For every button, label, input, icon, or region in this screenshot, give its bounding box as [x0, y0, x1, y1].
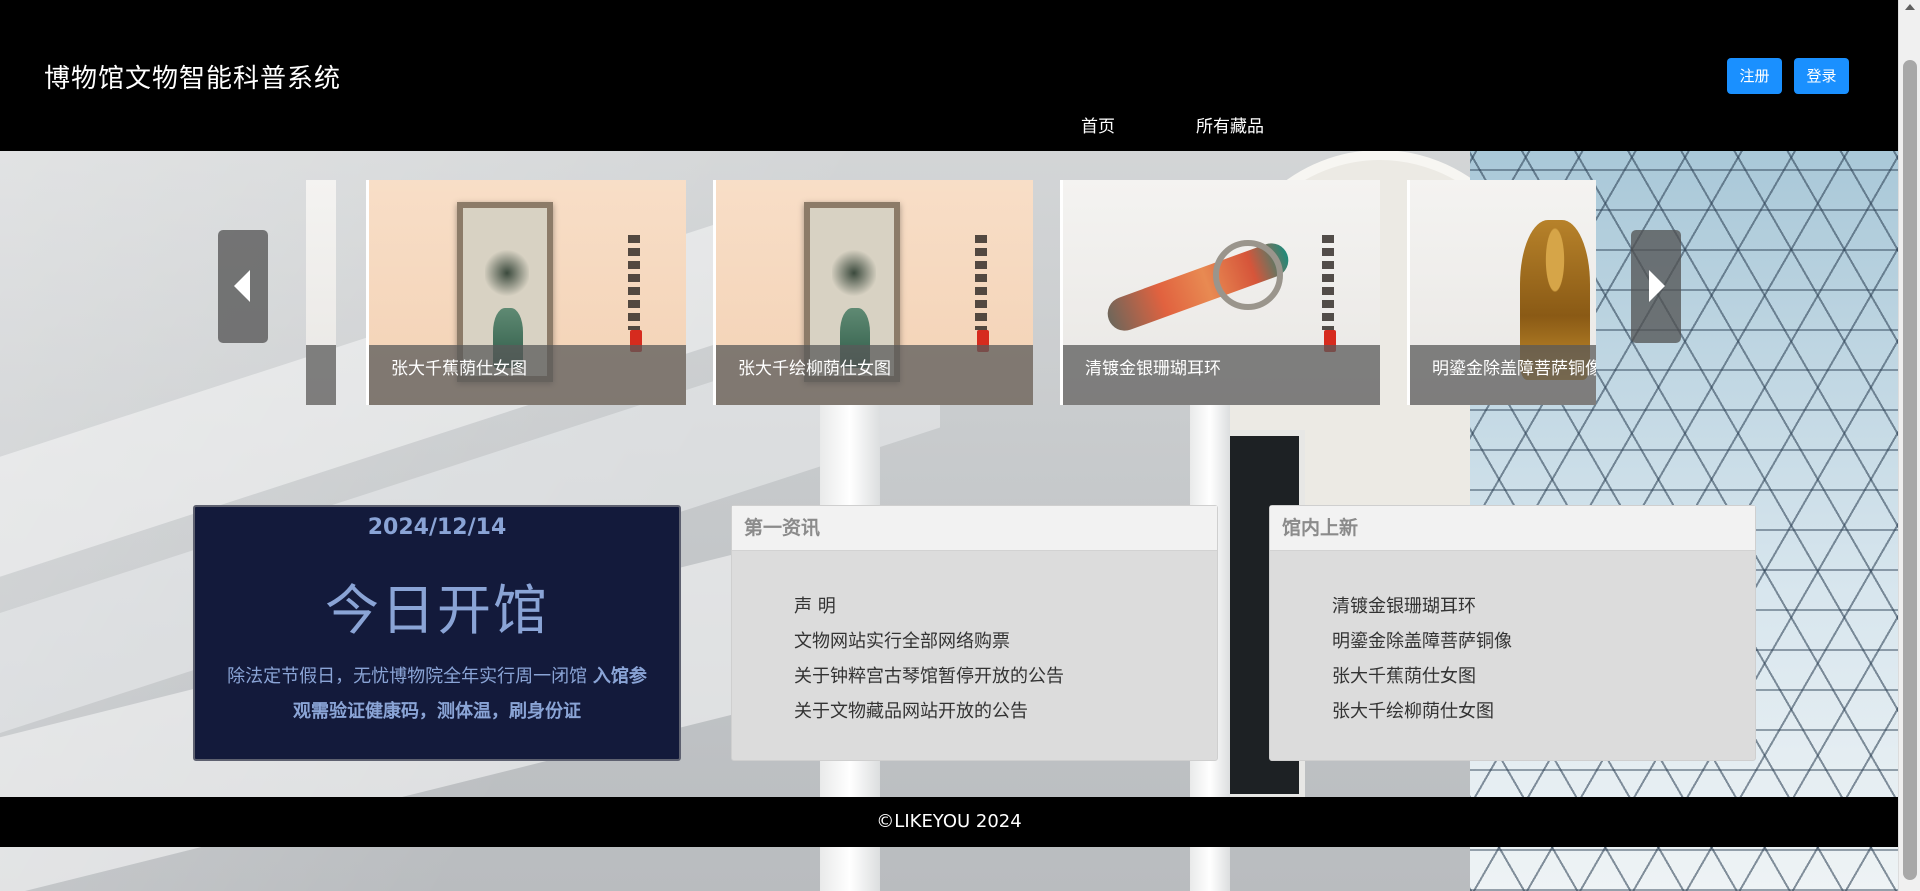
- new-item[interactable]: 清镀金银珊瑚耳环: [1332, 589, 1755, 624]
- new-items-panel: 馆内上新 清镀金银珊瑚耳环 明鎏金除盖障菩萨铜像 张大千蕉荫仕女图 张大千绘柳荫…: [1269, 505, 1756, 761]
- open-status: 今日开馆: [325, 579, 549, 642]
- news-item[interactable]: 关于钟粹宫古琴馆暂停开放的公告: [794, 659, 1217, 694]
- today-open-panel: 2024/12/14 今日开馆 除法定节假日，无忧博物院全年实行周一闭馆 入馆参…: [193, 505, 681, 761]
- login-button[interactable]: 登录: [1794, 58, 1849, 94]
- slide-caption: 明鎏金除盖障菩萨铜像: [1410, 345, 1596, 405]
- carousel-viewport: 张大千蕉荫仕女图 张大千绘柳荫仕女图 清镀金银珊瑚耳环 明鎏金除盖障菩萨铜像: [306, 180, 1596, 405]
- new-item[interactable]: 明鎏金除盖障菩萨铜像: [1332, 624, 1755, 659]
- site-footer: ©LIKEYOU 2024: [0, 797, 1898, 847]
- news-panel: 第一资讯 声 明 文物网站实行全部网络购票 关于钟粹宫古琴馆暂停开放的公告 关于…: [731, 505, 1218, 761]
- carousel-slide[interactable]: 张大千绘柳荫仕女图: [713, 180, 1033, 405]
- collection-carousel: 张大千蕉荫仕女图 张大千绘柳荫仕女图 清镀金银珊瑚耳环 明鎏金除盖障菩萨铜像: [0, 180, 1898, 405]
- scrollbar-thumb[interactable]: [1903, 60, 1917, 880]
- slide-caption: 张大千绘柳荫仕女图: [716, 345, 1033, 405]
- carousel-next-button[interactable]: [1631, 230, 1681, 343]
- news-list: 声 明 文物网站实行全部网络购票 关于钟粹宫古琴馆暂停开放的公告 关于文物藏品网…: [732, 551, 1217, 729]
- chevron-left-icon: [234, 270, 250, 302]
- slide-caption: 清镀金银珊瑚耳环: [1063, 345, 1380, 405]
- carousel-slide[interactable]: 清镀金银珊瑚耳环: [1060, 180, 1380, 405]
- visit-notice: 除法定节假日，无忧博物院全年实行周一闭馆 入馆参观需验证健康码，测体温，刷身份证: [227, 659, 647, 729]
- news-item[interactable]: 声 明: [794, 589, 1217, 624]
- carousel-slide[interactable]: 张大千蕉荫仕女图: [366, 180, 686, 405]
- scroll-up-icon[interactable]: [1905, 4, 1915, 10]
- news-item[interactable]: 文物网站实行全部网络购票: [794, 624, 1217, 659]
- top-header: 博物馆文物智能科普系统 注册 登录 首页 所有藏品: [0, 0, 1898, 151]
- carousel-prev-button[interactable]: [218, 230, 268, 343]
- chevron-right-icon: [1649, 270, 1665, 302]
- carousel-slide-partial[interactable]: [306, 180, 336, 405]
- new-item[interactable]: 张大千蕉荫仕女图: [1332, 659, 1755, 694]
- news-panel-title: 第一资讯: [732, 506, 1217, 551]
- site-title: 博物馆文物智能科普系统: [44, 64, 342, 94]
- slide-caption: 张大千蕉荫仕女图: [369, 345, 686, 405]
- new-items-list: 清镀金银珊瑚耳环 明鎏金除盖障菩萨铜像 张大千蕉荫仕女图 张大千绘柳荫仕女图: [1270, 551, 1755, 729]
- new-items-panel-title: 馆内上新: [1270, 506, 1755, 551]
- today-date: 2024/12/14: [367, 515, 507, 540]
- nav-all-collections[interactable]: 所有藏品: [1196, 112, 1264, 137]
- page-scrollbar[interactable]: [1898, 0, 1920, 891]
- register-button[interactable]: 注册: [1727, 58, 1782, 94]
- new-item[interactable]: 张大千绘柳荫仕女图: [1332, 694, 1755, 729]
- news-item[interactable]: 关于文物藏品网站开放的公告: [794, 694, 1217, 729]
- copyright-text: ©LIKEYOU 2024: [876, 811, 1022, 832]
- nav-home[interactable]: 首页: [1081, 112, 1115, 137]
- carousel-slide[interactable]: 明鎏金除盖障菩萨铜像: [1407, 180, 1596, 405]
- notice-text: 除法定节假日，无忧博物院全年实行周一闭馆: [227, 666, 593, 687]
